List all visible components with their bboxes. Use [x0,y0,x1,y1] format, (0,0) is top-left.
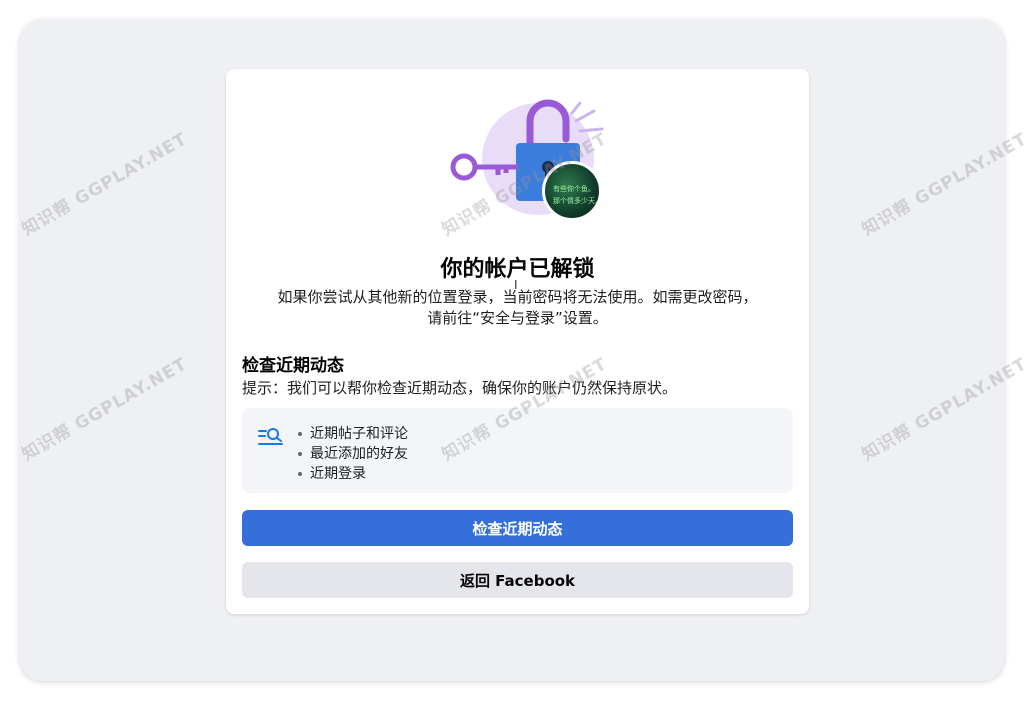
account-unlocked-card: 有些你个鱼。 那个情多少天。 你的帐户已解锁 如果你尝试从其他新的位置登录，当前… [226,69,809,614]
text-cursor-icon: I [514,278,518,292]
avatar-text-line1: 有些你个鱼。 [553,185,595,193]
back-to-facebook-button[interactable]: 返回 Facebook [242,562,793,598]
checklist-box: 近期帖子和评论 最近添加的好友 近期登录 [242,408,793,493]
avatar-text-line2: 那个情多少天。 [553,197,602,205]
page-subtitle: 如果你尝试从其他新的位置登录，当前密码将无法使用。如需更改密码， 请前往“安全与… [226,287,809,329]
checklist-item: 近期登录 [296,464,408,484]
checklist-item: 近期帖子和评论 [296,424,408,444]
section-heading: 检查近期动态 [242,356,344,376]
search-list-icon [258,428,283,445]
subtitle-line-2: 请前往“安全与登录”设置。 [427,309,608,327]
tip-text: 提示：我们可以帮你检查近期动态，确保你的账户仍然保持原状。 [242,379,678,397]
check-recent-activity-button[interactable]: 检查近期动态 [242,510,793,546]
user-avatar: 有些你个鱼。 那个情多少天。 [542,161,602,221]
checklist-item: 最近添加的好友 [296,444,408,464]
checklist: 近期帖子和评论 最近添加的好友 近期登录 [296,424,408,484]
